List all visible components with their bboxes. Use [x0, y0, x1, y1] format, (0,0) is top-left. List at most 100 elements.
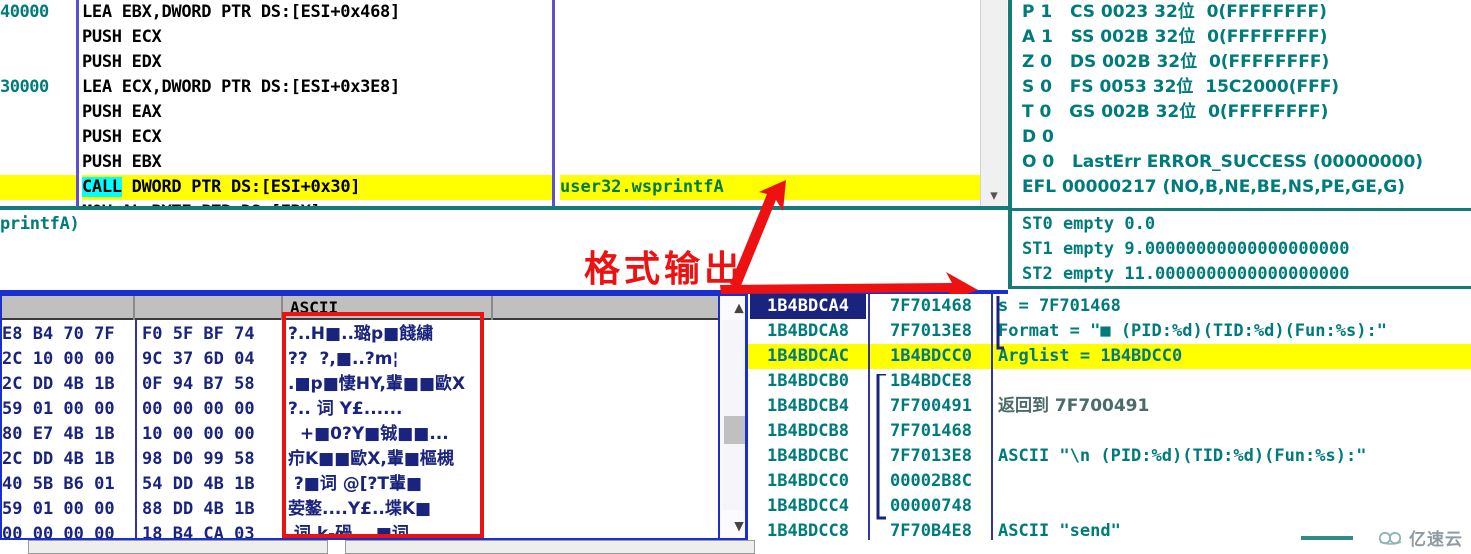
disassembly-opcode-call: CALL [82, 177, 122, 197]
register-line: A 1 SS 002B 32位 0(FFFFFFFF) [1022, 27, 1328, 47]
ascii-text: .■p■悽HY,輩■■歐X [288, 374, 466, 394]
stack-row[interactable]: 1B4BDCBC 7F7013E8 ASCII "\n (PID:%d)(TID… [748, 444, 1471, 469]
hex-dump-column-b: F0 5F BF 74 9C 37 6D 04 0F 94 B7 58 00 0… [142, 322, 277, 540]
stack-row[interactable]: 1B4BDCC8 7F70B4E8 ASCII "send" [748, 519, 1471, 540]
stack-divider [868, 344, 870, 369]
stack-divider [991, 394, 993, 419]
hex-dump-header: ASCII [2, 296, 758, 320]
stack-row[interactable]: 1B4BDCC4 00000748 [748, 494, 1471, 519]
disassembly-address-selected [0, 175, 76, 200]
ascii-text: +■0?Y■铖■■... [288, 424, 449, 444]
stack-comment: ASCII "\n (PID:%d)(TID:%d)(Fun:%s):" [998, 446, 1367, 466]
ascii-text: ?.. 词 Y£...... [288, 399, 403, 419]
disassembly-address: 40000 [0, 2, 49, 22]
disassembly-comment-divider [552, 0, 555, 208]
register-line: D 0 [1022, 127, 1054, 147]
stack-comment: ASCII "send" [998, 521, 1121, 540]
disassembly-line[interactable]: PUSH ECX [82, 25, 552, 50]
disassembly-scrollbar[interactable]: ▾ [980, 0, 1007, 208]
disassembly-line[interactable]: PUSH ECX [82, 125, 552, 150]
stack-address: 1B4BDCC0 [767, 471, 849, 491]
disassembly-line[interactable]: LEA ECX,DWORD PTR DS:[ESI+0x3E8] [82, 75, 552, 100]
hex-bytes: 00 00 00 00 [2, 524, 115, 540]
disassembly-address [0, 150, 76, 175]
stack-pane[interactable]: 1B4BDCA4 7F701468 s = 7F701468 1B4BDCA8 … [745, 294, 1471, 540]
register-line-lasterr: O 0 LastErr ERROR_SUCCESS (00000000) [1022, 152, 1424, 172]
hex-bytes: E8 B4 70 7F [2, 324, 115, 344]
stack-value: 00002B8C [890, 471, 972, 491]
register-pane[interactable]: P 1 CS 0023 32位 0(FFFFFFFF) A 1 SS 002B … [1008, 0, 1471, 294]
stack-divider [868, 469, 870, 494]
stack-row[interactable]: 1B4BDCA8 7F7013E8 Format = "■ (PID:%d)(T… [748, 319, 1471, 344]
disassembly-line-selected[interactable]: CALL DWORD PTR DS:[ESI+0x30] [82, 175, 552, 200]
hex-bytes: 0F 94 B7 58 [142, 374, 255, 394]
hex-bytes: 00 00 00 00 [142, 399, 255, 419]
fpu-line: ST2 empty 11.0000000000000000000 [1022, 264, 1350, 284]
disassembly-column-divider [76, 0, 79, 208]
stack-address: 1B4BDCA4 [750, 294, 866, 319]
hex-bytes: 40 5B B6 01 [2, 474, 115, 494]
hex-dump-column-a: E8 B4 70 7F 2C 10 00 00 2C DD 4B 1B 59 0… [2, 322, 137, 540]
header-divider [281, 296, 283, 320]
disassembly-address [0, 100, 76, 125]
disassembly-line[interactable]: PUSH EDX [82, 50, 552, 75]
stack-divider [868, 294, 870, 319]
disassembly-code-column[interactable]: LEA EBX,DWORD PTR DS:[ESI+0x468] PUSH EC… [82, 0, 552, 208]
stack-divider [868, 519, 870, 540]
fpu-register-list: ST0 empty 0.0 ST1 empty 9.00000000000000… [1022, 212, 1471, 287]
stack-divider [868, 394, 870, 419]
hex-bytes: 54 DD 4B 1B [142, 474, 255, 494]
header-divider [491, 296, 493, 320]
hex-dump-ascii-column: ?..H■..璐p■餞繍 ?? ?,■..?m¦ .■p■悽HY,輩■■歐X ?… [288, 322, 478, 538]
stack-divider [991, 469, 993, 494]
stack-divider [991, 519, 993, 540]
hex-bytes: 2C DD 4B 1B [2, 374, 115, 394]
stack-divider [991, 494, 993, 519]
fpu-pane-border [1008, 211, 1012, 287]
ascii-text: ?■词 @[?T輩■ [288, 474, 423, 494]
hex-dump-pane[interactable]: ASCII E8 B4 70 7F 2C 10 00 00 2C DD 4B 1… [0, 294, 760, 540]
chevron-down-icon[interactable]: ▾ [981, 186, 1007, 204]
register-line: P 1 CS 0023 32位 0(FFFFFFFF) [1022, 2, 1327, 22]
fpu-line: ST0 empty 0.0 [1022, 214, 1156, 234]
disassembly-comment [560, 50, 985, 75]
stack-address: 1B4BDCBC [767, 446, 849, 466]
stack-row[interactable]: 1B4BDCA4 7F701468 s = 7F701468 [748, 294, 1471, 319]
stack-comment: s = 7F701468 [998, 296, 1121, 316]
stack-divider [868, 369, 870, 394]
stack-value: 7F701468 [890, 421, 972, 441]
hex-bytes: 9C 37 6D 04 [142, 349, 255, 369]
stack-divider [868, 494, 870, 519]
ascii-text: 荌鏊....Y£..堞K■ [288, 499, 432, 519]
disassembly-line[interactable]: PUSH EBX [82, 150, 552, 175]
fpu-pane-bottom-border [1008, 286, 1471, 289]
stack-value: 7F701468 [890, 296, 972, 316]
stack-row[interactable]: 1B4BDCB4 7F700491 返回到 7F700491 [748, 394, 1471, 419]
stack-row[interactable]: 1B4BDCC0 00002B8C [748, 469, 1471, 494]
hex-bytes: 2C DD 4B 1B [2, 449, 115, 469]
disassembly-line[interactable]: PUSH EAX [82, 100, 552, 125]
ascii-text: 疖K■■歐X,輩■樞槻 [288, 449, 454, 469]
stack-row[interactable]: 1B4BDCB8 7F701468 [748, 419, 1471, 444]
stack-address: 1B4BDCC4 [767, 496, 849, 516]
stack-row[interactable]: 1B4BDCB0 1B4BDCE8 [748, 369, 1471, 394]
bottom-panel-left [28, 540, 328, 554]
stack-value: 7F7013E8 [890, 321, 972, 341]
hex-bytes: 18 B4 CA 03 [142, 524, 255, 540]
disassembly-comment-column: user32.wsprintfA [560, 0, 985, 208]
header-divider [133, 296, 135, 320]
register-flags-list: P 1 CS 0023 32位 0(FFFFFFFF) A 1 SS 002B … [1022, 0, 1471, 200]
status-bar-text: printfA) [0, 214, 80, 234]
stack-row-highlighted[interactable]: 1B4BDCAC 1B4BDCC0 Arglist = 1B4BDCC0 [748, 344, 1471, 369]
ascii-text: ?..H■..璐p■餞繍 [288, 324, 434, 344]
disassembly-line[interactable]: LEA EBX,DWORD PTR DS:[ESI+0x468] [82, 0, 552, 25]
disassembly-pane[interactable]: 40000 30000 LEA EBX,DWORD PTR DS:[ESI+0x… [0, 0, 1008, 208]
stack-value: 1B4BDCC0 [876, 344, 986, 369]
register-line: T 0 GS 002B 32位 0(FFFFFFFF) [1022, 102, 1329, 122]
register-line: Z 0 DS 002B 32位 0(FFFFFFFF) [1022, 52, 1330, 72]
disassembly-address [0, 50, 76, 75]
fpu-line: ST1 empty 9.00000000000000000000 [1022, 239, 1350, 259]
disassembly-comment [560, 0, 985, 25]
stack-address: 1B4BDCC8 [767, 521, 849, 540]
stack-divider [868, 419, 870, 444]
